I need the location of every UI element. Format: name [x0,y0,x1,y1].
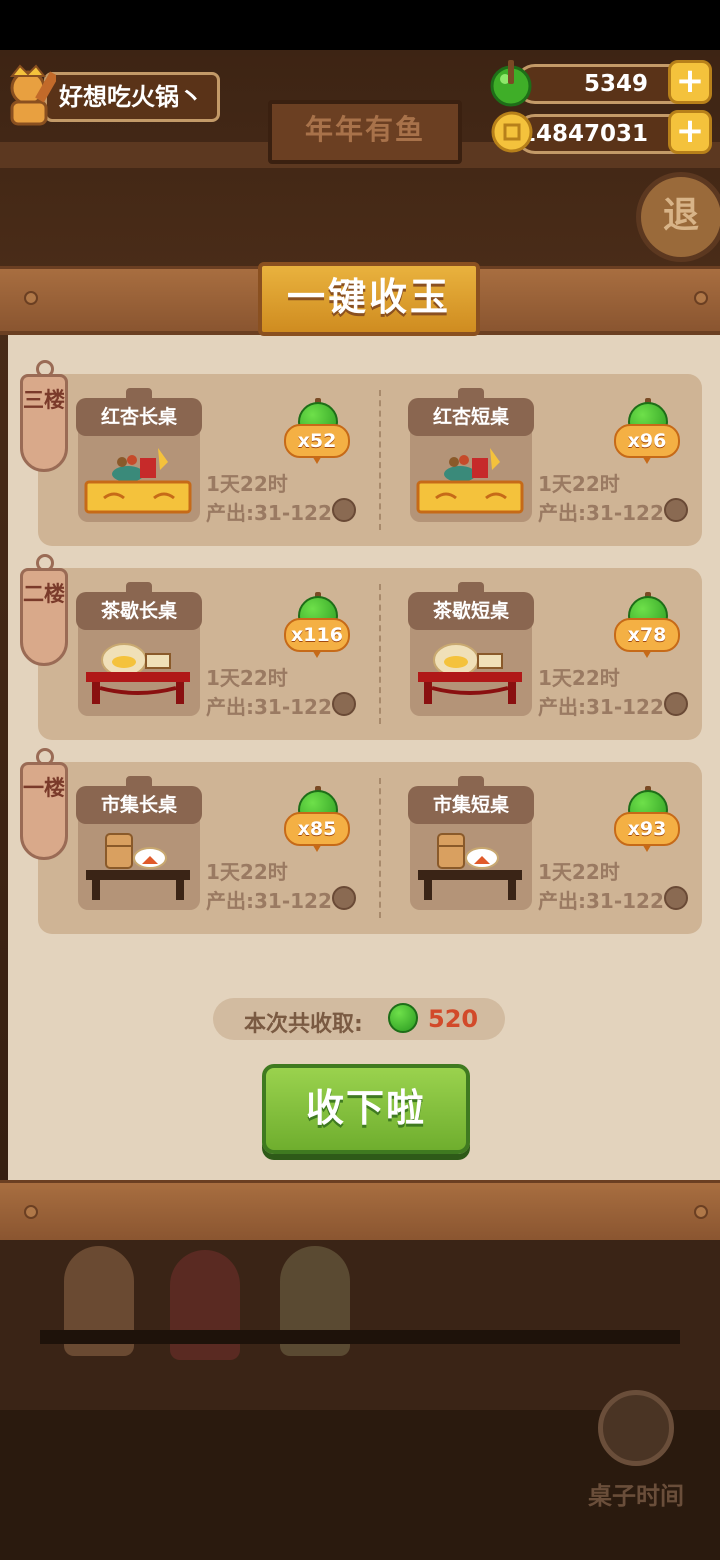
coin-icon [664,692,688,716]
table-name: 红杏短桌 [408,388,534,436]
table-time: 1天22时 [538,472,620,496]
jade-icon [388,1003,418,1033]
jade-count: x85 [284,812,350,846]
floor-label: 三楼 [23,388,65,412]
table-card[interactable]: 茶歇长桌 [76,582,202,716]
floor-label: 一楼 [23,776,65,800]
nail-icon [24,1205,38,1219]
clock-icon [598,1390,674,1466]
jade-count-badge: x93 [614,786,680,856]
jade-icon [490,60,532,107]
coin-icon [332,498,356,522]
market-long-table-icon [86,833,190,900]
coin-icon [664,886,688,910]
player-avatar-icon[interactable] [4,62,56,126]
add-jade-button[interactable]: + [668,60,712,104]
table-name: 茶歇长桌 [76,582,202,630]
table-time-label: 桌子时间 [588,1482,684,1510]
jade-count: x78 [614,618,680,652]
coin-icon [332,886,356,910]
table-card[interactable]: 茶歇短桌 [408,582,534,716]
table-card[interactable]: 市集短桌 [408,776,534,910]
jade-count: x93 [614,812,680,846]
add-coin-button[interactable]: + [668,110,712,154]
coin-icon [664,498,688,522]
row-divider [379,778,381,918]
dialog-title: 一键收玉 [258,262,480,336]
table-time: 1天22时 [538,860,620,884]
table-time-button[interactable]: 桌子时间 [568,1390,704,1540]
row-divider [379,390,381,530]
table-output: 产出:31-122 [538,889,664,913]
floor-label: 二楼 [23,582,65,606]
coin-icon [332,692,356,716]
dialog-bottom-plank [0,1180,720,1245]
nail-icon [694,1205,708,1219]
jade-count-badge: x78 [614,592,680,662]
floor-tag-2: 二楼 [20,554,68,666]
table-output: 产出:31-122 [206,889,332,913]
player-name[interactable]: 好想吃火锅丶 [44,72,220,122]
jade-count-badge: x52 [284,398,350,468]
total-value: 520 [428,1005,479,1033]
nail-icon [694,291,708,305]
table-output: 产出:31-122 [538,501,664,525]
jade-count-badge: x96 [614,398,680,468]
tea-break-long-table-icon [86,643,190,704]
table-card[interactable]: 市集长桌 [76,776,202,910]
market-short-table-icon [418,833,522,900]
exit-button[interactable]: 退 [636,172,720,262]
floor-tag-3: 三楼 [20,360,68,472]
table-name: 市集短桌 [408,776,534,824]
collect-button[interactable]: 收下啦 [262,1064,470,1154]
jade-count: x116 [284,618,350,652]
floor-tag-1: 一楼 [20,748,68,860]
jade-count-badge: x116 [284,592,350,662]
table-output: 产出:31-122 [206,501,332,525]
jade-count: x52 [284,424,350,458]
table-time: 1天22时 [206,472,288,496]
tea-break-short-table-icon [418,643,522,704]
table-output: 产出:31-122 [538,695,664,719]
row-divider [379,584,381,724]
jade-count-badge: x85 [284,786,350,856]
table-time: 1天22时 [206,666,288,690]
nail-icon [24,291,38,305]
table-name: 茶歇短桌 [408,582,534,630]
table-name: 红杏长桌 [76,388,202,436]
dining-table [40,1330,680,1344]
total-label: 本次共收取: [244,1012,363,1037]
table-time: 1天22时 [206,860,288,884]
table-time: 1天22时 [538,666,620,690]
jade-count: x96 [614,424,680,458]
red-apricot-short-table-icon [416,448,524,514]
shop-plaque: 年年有鱼 [268,100,462,164]
table-card[interactable]: 红杏长桌 [76,388,202,522]
status-bar [0,0,720,50]
coin-icon [491,111,533,153]
red-apricot-long-table-icon [84,448,192,514]
table-output: 产出:31-122 [206,695,332,719]
table-card[interactable]: 红杏短桌 [408,388,534,522]
table-name: 市集长桌 [76,776,202,824]
